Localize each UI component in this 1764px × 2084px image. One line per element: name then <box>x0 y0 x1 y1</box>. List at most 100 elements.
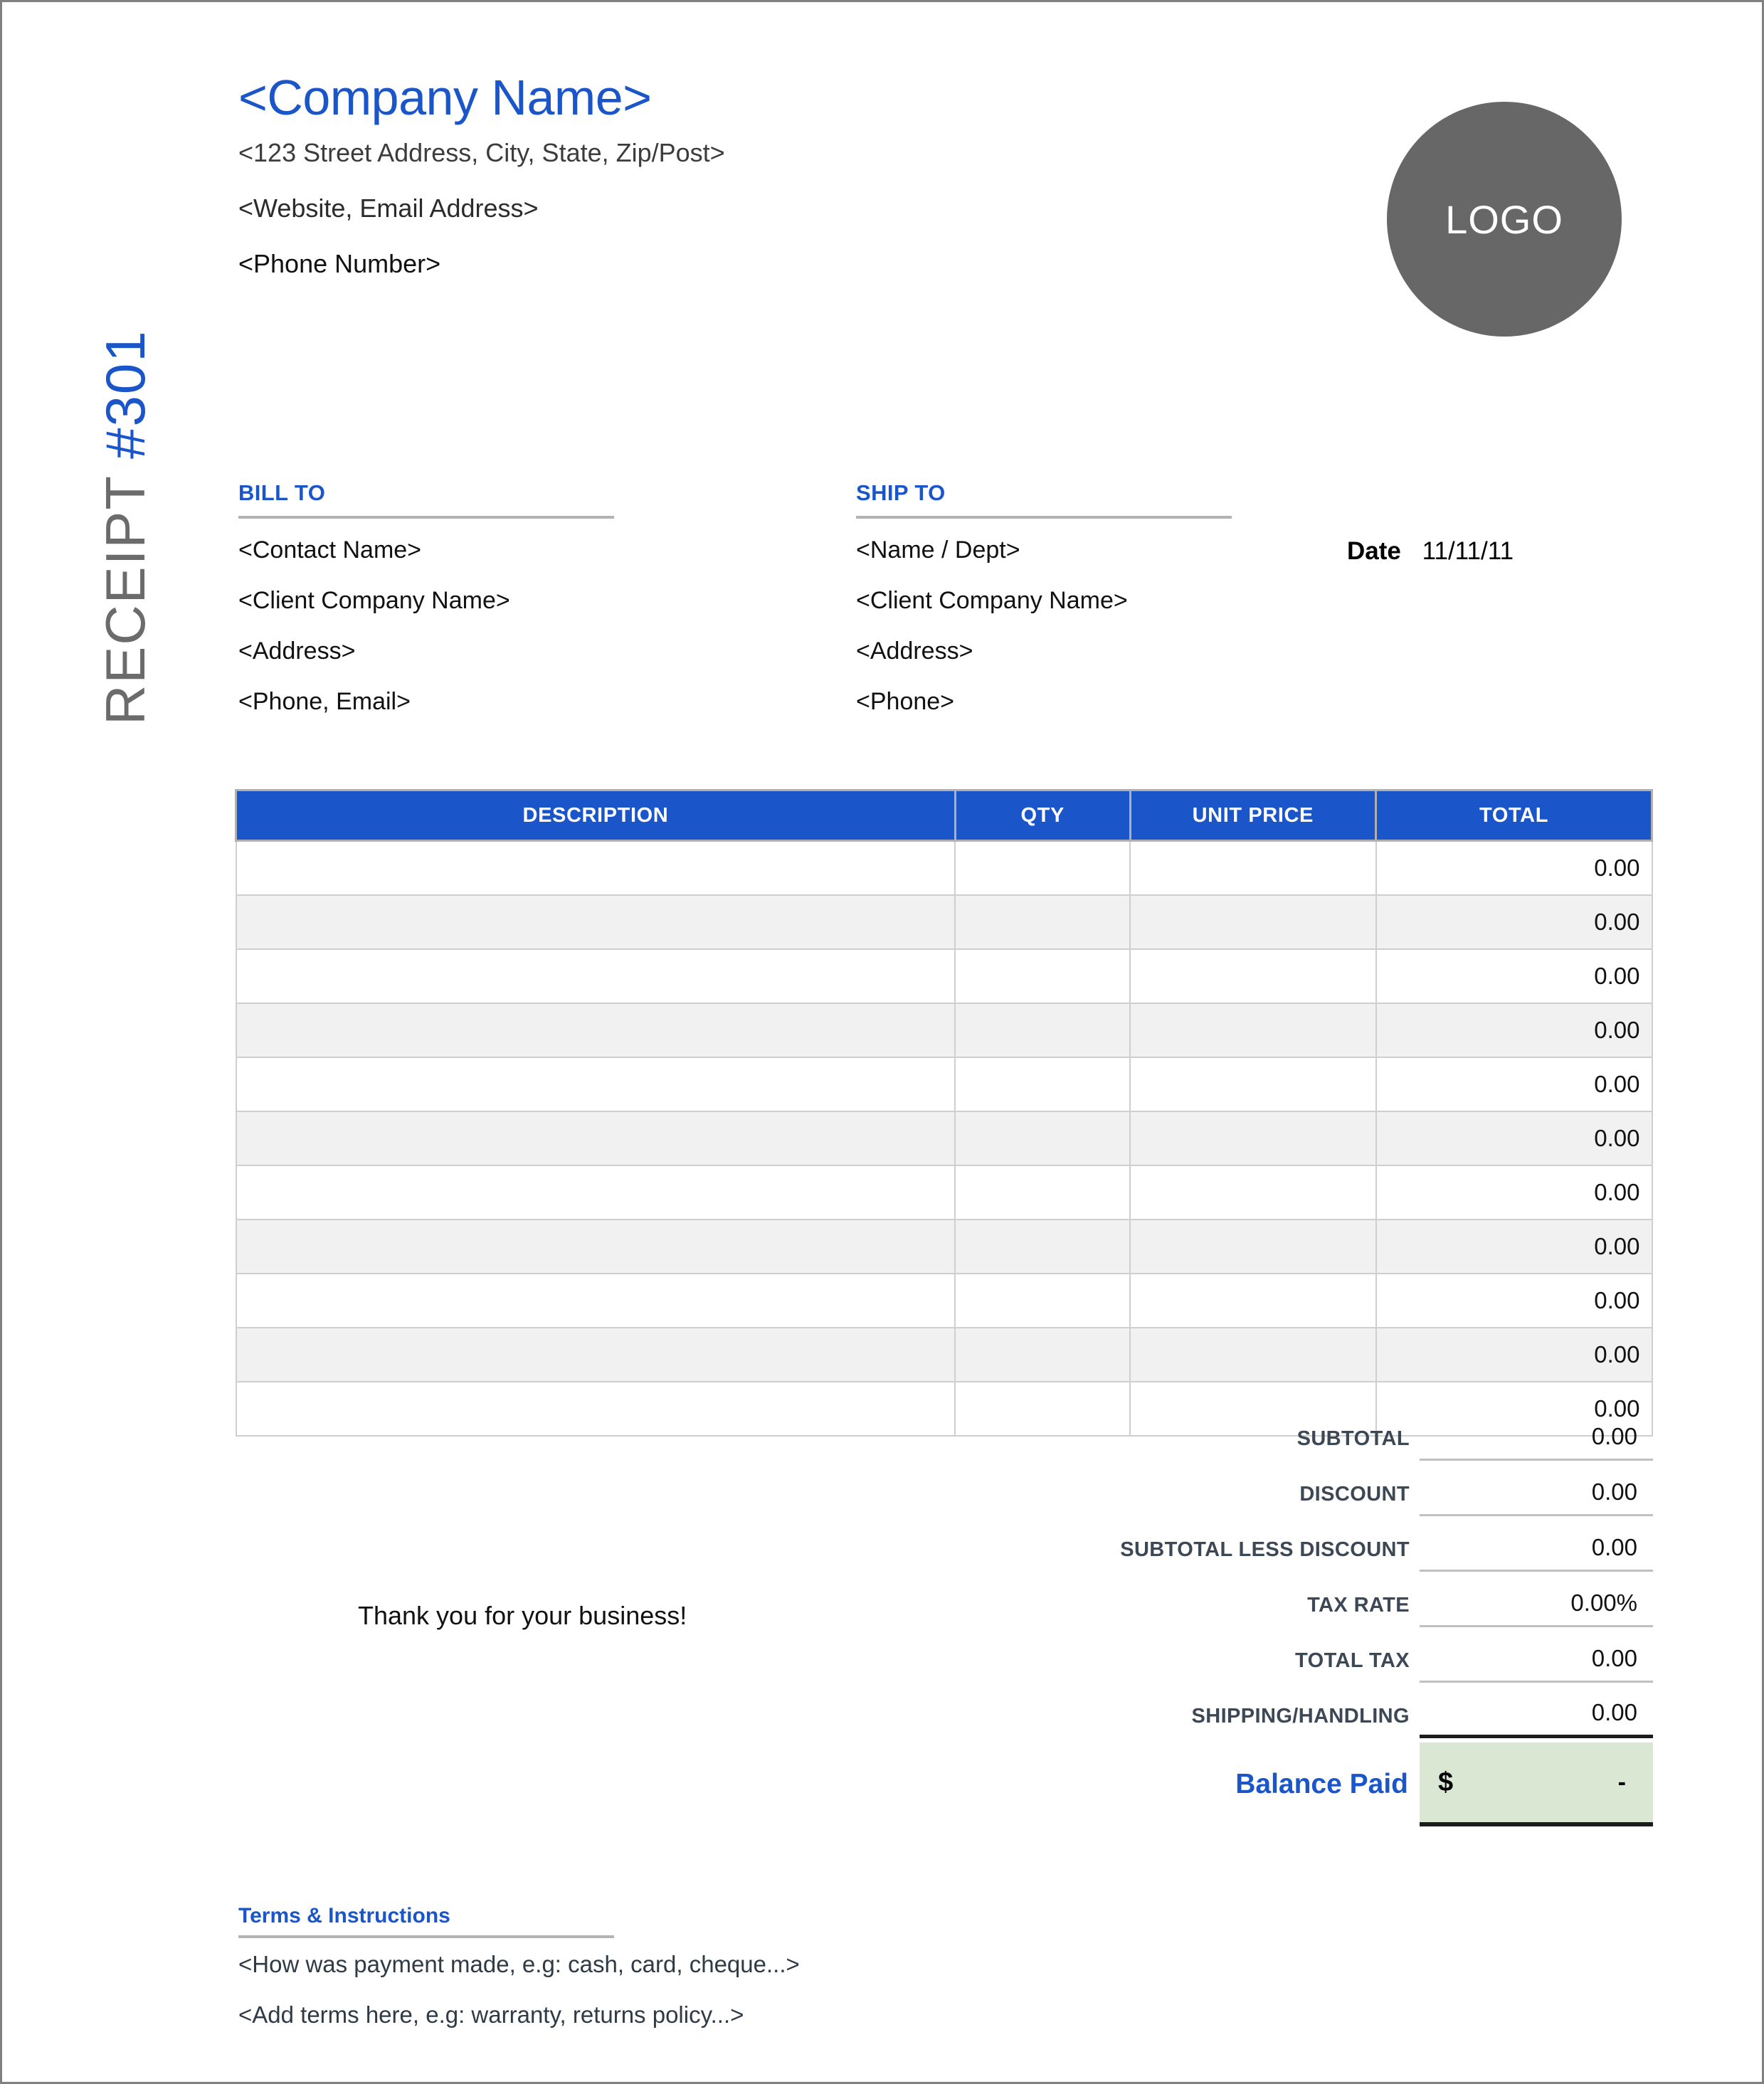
cell-unit-price[interactable] <box>1129 1273 1377 1328</box>
cell-total[interactable]: 0.00 <box>1375 1273 1653 1328</box>
balance-paid-cell[interactable]: $ - <box>1420 1742 1653 1826</box>
cell-qty[interactable] <box>954 840 1131 896</box>
logo-placeholder-icon: LOGO <box>1387 102 1622 337</box>
cell-unit-price[interactable] <box>1129 1111 1377 1166</box>
cell-description[interactable] <box>235 1381 956 1437</box>
totals-label-total-tax: TOTAL TAX <box>1295 1649 1410 1672</box>
cell-description[interactable] <box>235 840 956 896</box>
totals-row-discount: DISCOUNT 0.00 <box>998 1461 1653 1516</box>
ship-to-line-1[interactable]: <Name / Dept> <box>856 536 1232 564</box>
cell-description[interactable] <box>235 1057 956 1112</box>
cell-qty[interactable] <box>954 894 1131 950</box>
cell-total[interactable]: 0.00 <box>1375 1327 1653 1382</box>
cell-description[interactable] <box>235 894 956 950</box>
bill-to-line-1[interactable]: <Contact Name> <box>238 536 614 564</box>
cell-qty[interactable] <box>954 1273 1131 1328</box>
cell-total[interactable]: 0.00 <box>1375 1165 1653 1220</box>
cell-unit-price[interactable] <box>1129 894 1377 950</box>
receipt-title-word: RECEIPT <box>93 474 157 725</box>
column-header-unit-price: UNIT PRICE <box>1129 789 1378 842</box>
ship-to-line-4[interactable]: <Phone> <box>856 688 1232 716</box>
balance-paid-row: Balance Paid $ - <box>998 1742 1653 1826</box>
terms-line-2[interactable]: <Add terms here, e.g: warranty, returns … <box>238 2001 744 2029</box>
cell-qty[interactable] <box>954 1057 1131 1112</box>
cell-unit-price[interactable] <box>1129 1003 1377 1058</box>
receipt-title: RECEIPT #301 <box>90 329 161 729</box>
table-row: 0.00 <box>235 1003 1653 1058</box>
totals-label-discount: DISCOUNT <box>1299 1483 1410 1506</box>
column-header-description: DESCRIPTION <box>235 789 956 842</box>
table-header-row: DESCRIPTION QTY UNIT PRICE TOTAL <box>235 789 1653 842</box>
ship-to-line-2[interactable]: <Client Company Name> <box>856 587 1232 615</box>
totals-value-subtotal[interactable]: 0.00 <box>1420 1423 1653 1461</box>
cell-unit-price[interactable] <box>1129 1057 1377 1112</box>
bill-to-line-2[interactable]: <Client Company Name> <box>238 587 614 615</box>
cell-total[interactable]: 0.00 <box>1375 840 1653 896</box>
cell-description[interactable] <box>235 1327 956 1382</box>
column-header-total: TOTAL <box>1375 789 1653 842</box>
company-phone: <Phone Number> <box>238 248 441 278</box>
totals-value-tax-rate[interactable]: 0.00% <box>1420 1590 1653 1627</box>
cell-qty[interactable] <box>954 1111 1131 1166</box>
bill-to-line-3[interactable]: <Address> <box>238 638 614 665</box>
totals-value-total-tax[interactable]: 0.00 <box>1420 1645 1653 1683</box>
cell-qty[interactable] <box>954 948 1131 1004</box>
cell-description[interactable] <box>235 1003 956 1058</box>
bill-to-line-4[interactable]: <Phone, Email> <box>238 688 614 716</box>
cell-description[interactable] <box>235 1219 956 1274</box>
bill-to-block: BILL TO <Contact Name> <Client Company N… <box>238 480 614 716</box>
ship-to-heading: SHIP TO <box>856 480 946 505</box>
cell-description[interactable] <box>235 948 956 1004</box>
cell-qty[interactable] <box>954 1327 1131 1382</box>
line-items-table: DESCRIPTION QTY UNIT PRICE TOTAL 0.00 0.0… <box>235 789 1653 1437</box>
cell-qty[interactable] <box>954 1219 1131 1274</box>
thank-you-message: Thank you for your business! <box>358 1601 687 1630</box>
table-row: 0.00 <box>235 1219 1653 1274</box>
company-name: <Company Name> <box>238 70 652 125</box>
table-row: 0.00 <box>235 1273 1653 1328</box>
terms-heading: Terms & Instructions <box>238 1904 450 1927</box>
totals-row-subtotal-less-discount: SUBTOTAL LESS DISCOUNT 0.00 <box>998 1516 1653 1572</box>
cell-total[interactable]: 0.00 <box>1375 894 1653 950</box>
table-row: 0.00 <box>235 1111 1653 1166</box>
bill-to-divider <box>238 516 614 519</box>
cell-description[interactable] <box>235 1111 956 1166</box>
cell-unit-price[interactable] <box>1129 948 1377 1004</box>
table-row: 0.00 <box>235 1057 1653 1112</box>
table-row: 0.00 <box>235 1327 1653 1382</box>
totals-block: SUBTOTAL 0.00 DISCOUNT 0.00 SUBTOTAL LES… <box>998 1405 1653 1826</box>
cell-total[interactable]: 0.00 <box>1375 948 1653 1004</box>
ship-to-block: SHIP TO <Name / Dept> <Client Company Na… <box>856 480 1232 716</box>
logo-label: LOGO <box>1445 196 1563 242</box>
totals-row-shipping-handling: SHIPPING/HANDLING 0.00 <box>998 1683 1653 1738</box>
balance-paid-value: - <box>1617 1768 1626 1796</box>
terms-line-1[interactable]: <How was payment made, e.g: cash, card, … <box>238 1951 800 1978</box>
balance-paid-label: Balance Paid <box>1235 1769 1408 1799</box>
date-value[interactable]: 11/11/11 <box>1422 537 1514 565</box>
cell-unit-price[interactable] <box>1129 1219 1377 1274</box>
cell-total[interactable]: 0.00 <box>1375 1219 1653 1274</box>
company-street-address: <123 Street Address, City, State, Zip/Po… <box>238 137 725 167</box>
cell-total[interactable]: 0.00 <box>1375 1003 1653 1058</box>
cell-description[interactable] <box>235 1165 956 1220</box>
cell-unit-price[interactable] <box>1129 1165 1377 1220</box>
totals-row-tax-rate: TAX RATE 0.00% <box>998 1572 1653 1627</box>
ship-to-line-3[interactable]: <Address> <box>856 638 1232 665</box>
ship-to-divider <box>856 516 1232 519</box>
column-header-qty: QTY <box>954 789 1131 842</box>
cell-total[interactable]: 0.00 <box>1375 1057 1653 1112</box>
totals-value-subtotal-less-discount[interactable]: 0.00 <box>1420 1534 1653 1572</box>
cell-unit-price[interactable] <box>1129 1327 1377 1382</box>
table-row: 0.00 <box>235 840 1653 896</box>
cell-qty[interactable] <box>954 1165 1131 1220</box>
cell-unit-price[interactable] <box>1129 840 1377 896</box>
table-row: 0.00 <box>235 894 1653 950</box>
cell-description[interactable] <box>235 1273 956 1328</box>
totals-value-discount[interactable]: 0.00 <box>1420 1479 1653 1516</box>
cell-qty[interactable] <box>954 1003 1131 1058</box>
totals-value-shipping-handling[interactable]: 0.00 <box>1420 1699 1653 1738</box>
totals-label-tax-rate: TAX RATE <box>1307 1594 1410 1617</box>
cell-total[interactable]: 0.00 <box>1375 1111 1653 1166</box>
bill-to-heading: BILL TO <box>238 480 326 505</box>
receipt-page: <Company Name> <123 Street Address, City… <box>0 0 1764 2084</box>
